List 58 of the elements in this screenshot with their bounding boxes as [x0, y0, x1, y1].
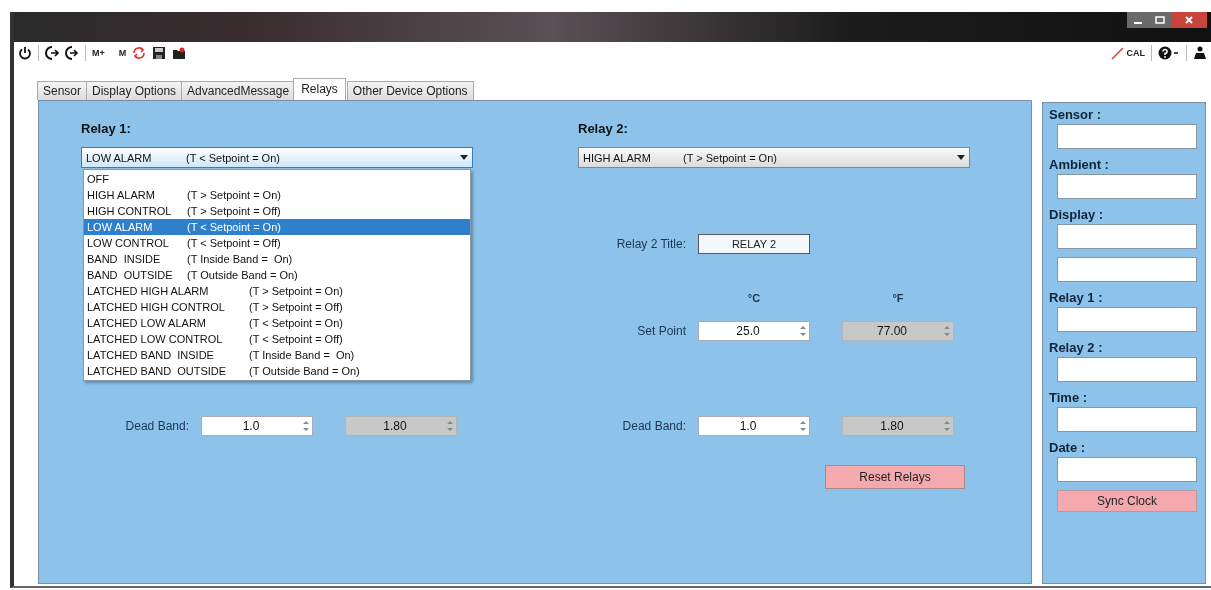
dropdown-option[interactable]: HIGH CONTROL (T > Setpoint = Off) [84, 203, 470, 219]
relay-label: Relay 2: [578, 121, 628, 138]
maximize-icon[interactable] [1149, 12, 1171, 28]
dropdown-option[interactable]: LATCHED HIGH ALARM (T > Setpoint = On) [84, 283, 470, 299]
readout-label: Time : [1049, 390, 1089, 407]
readout-label: Ambient : [1049, 157, 1110, 174]
tab[interactable]: Display Options [86, 81, 183, 100]
tab[interactable]: AdvancedMessage [181, 81, 296, 100]
dropdown-option[interactable]: LATCHED BAND INSIDE (T Inside Band = On) [84, 347, 470, 363]
field-label: Dead Band: [124, 419, 190, 433]
close-icon[interactable] [1171, 12, 1207, 28]
tab[interactable]: Sensor [37, 81, 88, 100]
tab[interactable]: Other Device Options [346, 81, 474, 100]
sync-clock-button[interactable]: Sync Clock [1057, 490, 1197, 512]
connect-icon[interactable] [45, 46, 59, 60]
dropdown-option[interactable]: LOW ALARM (T < Setpoint = On) [84, 219, 470, 235]
dropdown-option[interactable]: OFF [84, 171, 470, 187]
disconnect-icon[interactable] [65, 46, 79, 60]
power-icon[interactable] [18, 46, 32, 60]
dropdown-option[interactable]: LATCHED BAND OUTSIDE (T Outside Band = On) [84, 363, 470, 379]
minimize-icon[interactable] [1127, 12, 1149, 28]
spin-field[interactable]: 1.0 [698, 416, 810, 436]
field-label: Dead Band: [621, 419, 687, 433]
relay-mode-dropdown[interactable]: HIGH ALARM (T > Setpoint = On) [578, 147, 970, 168]
readout-label: Display : [1049, 207, 1105, 224]
pencil-icon[interactable] [1110, 46, 1125, 60]
calibrate-button[interactable]: CAL [1126, 48, 1145, 58]
unit-label: °F [891, 292, 905, 304]
relay-title-field[interactable]: RELAY 2 [698, 234, 810, 254]
dropdown-option[interactable]: LATCHED HIGH CONTROL (T > Setpoint = Off) [84, 299, 470, 315]
refresh-icon[interactable] [132, 46, 147, 60]
readout-label: Sensor : [1049, 107, 1102, 124]
unit-label: °C [746, 292, 762, 304]
dropdown-option[interactable]: LOW CONTROL (T < Setpoint = Off) [84, 235, 470, 251]
save-icon[interactable] [152, 46, 167, 60]
folder-icon[interactable] [172, 46, 187, 60]
memory-add-button[interactable]: M+ [92, 48, 105, 58]
spin-field[interactable]: 1.0 [201, 416, 313, 436]
dropdown-option[interactable]: BAND OUTSIDE (T Outside Band = On) [84, 267, 470, 283]
dropdown-option[interactable]: BAND INSIDE (T Inside Band = On) [84, 251, 470, 267]
reset-relays-button[interactable]: Reset Relays [825, 465, 965, 489]
tab[interactable]: Relays [293, 78, 346, 100]
memory-button[interactable]: M [118, 48, 127, 58]
field-label: Set Point [636, 324, 687, 338]
relay-mode-dropdown[interactable]: LOW ALARM (T < Setpoint = On) [81, 147, 473, 168]
dropdown-option[interactable]: HIGH ALARM (T > Setpoint = On) [84, 187, 470, 203]
dropdown-option[interactable]: LATCHED LOW CONTROL (T < Setpoint = Off) [84, 331, 470, 347]
readout-label: Date : [1049, 440, 1087, 457]
dropdown-caret-icon[interactable] [460, 155, 468, 160]
field-label: Relay 2 Title: [615, 237, 687, 251]
readout-label: Relay 2 : [1049, 340, 1104, 357]
relay-label: Relay 1: [81, 121, 131, 138]
spin-field[interactable]: 25.0 [698, 321, 810, 341]
person-icon[interactable] [1193, 46, 1207, 60]
help-icon[interactable] [1158, 46, 1180, 60]
dropdown-caret-icon[interactable] [957, 155, 965, 160]
readout-label: Relay 1 : [1049, 290, 1104, 307]
dropdown-option[interactable]: LATCHED LOW ALARM (T < Setpoint = On) [84, 315, 470, 331]
